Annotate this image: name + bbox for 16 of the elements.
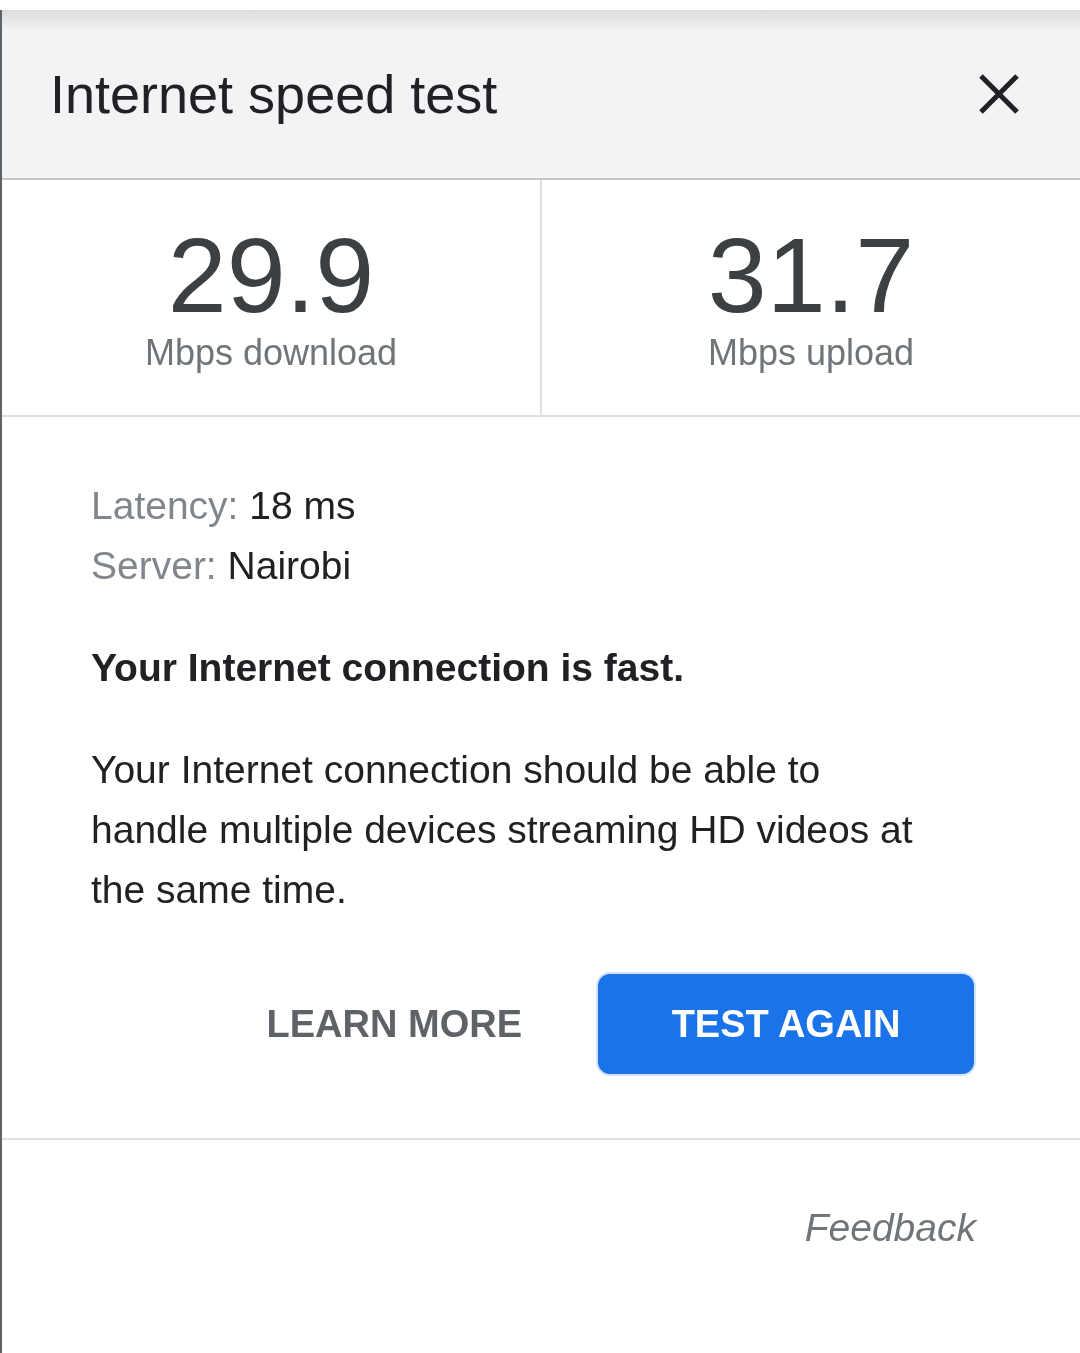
close-icon — [978, 73, 1020, 115]
speed-label: Mbps download — [144, 330, 398, 374]
verdict-text: Your Internet connection is fast. — [91, 645, 686, 691]
detail-label: Server: — [91, 544, 217, 587]
speed-label: Mbps upload — [707, 330, 915, 374]
test-again-button[interactable]: TEST AGAIN — [596, 972, 976, 1076]
feedback-link[interactable]: Feedback — [804, 1198, 976, 1258]
dialog-title: Internet speed test — [50, 62, 498, 126]
speed-value: 31.7 — [707, 221, 915, 328]
close-button[interactable] — [978, 73, 1020, 115]
detail-value: Nairobi — [227, 544, 352, 587]
description-text: Your Internet connection should be able to handle multiple devices streaming HD videos at the same time. — [91, 747, 914, 913]
detail-label: Latency: — [91, 484, 239, 527]
learn-more-button[interactable]: LEARN MORE — [242, 986, 546, 1062]
detail-value: 18 ms — [249, 484, 356, 527]
speed-value: 29.9 — [167, 221, 375, 328]
